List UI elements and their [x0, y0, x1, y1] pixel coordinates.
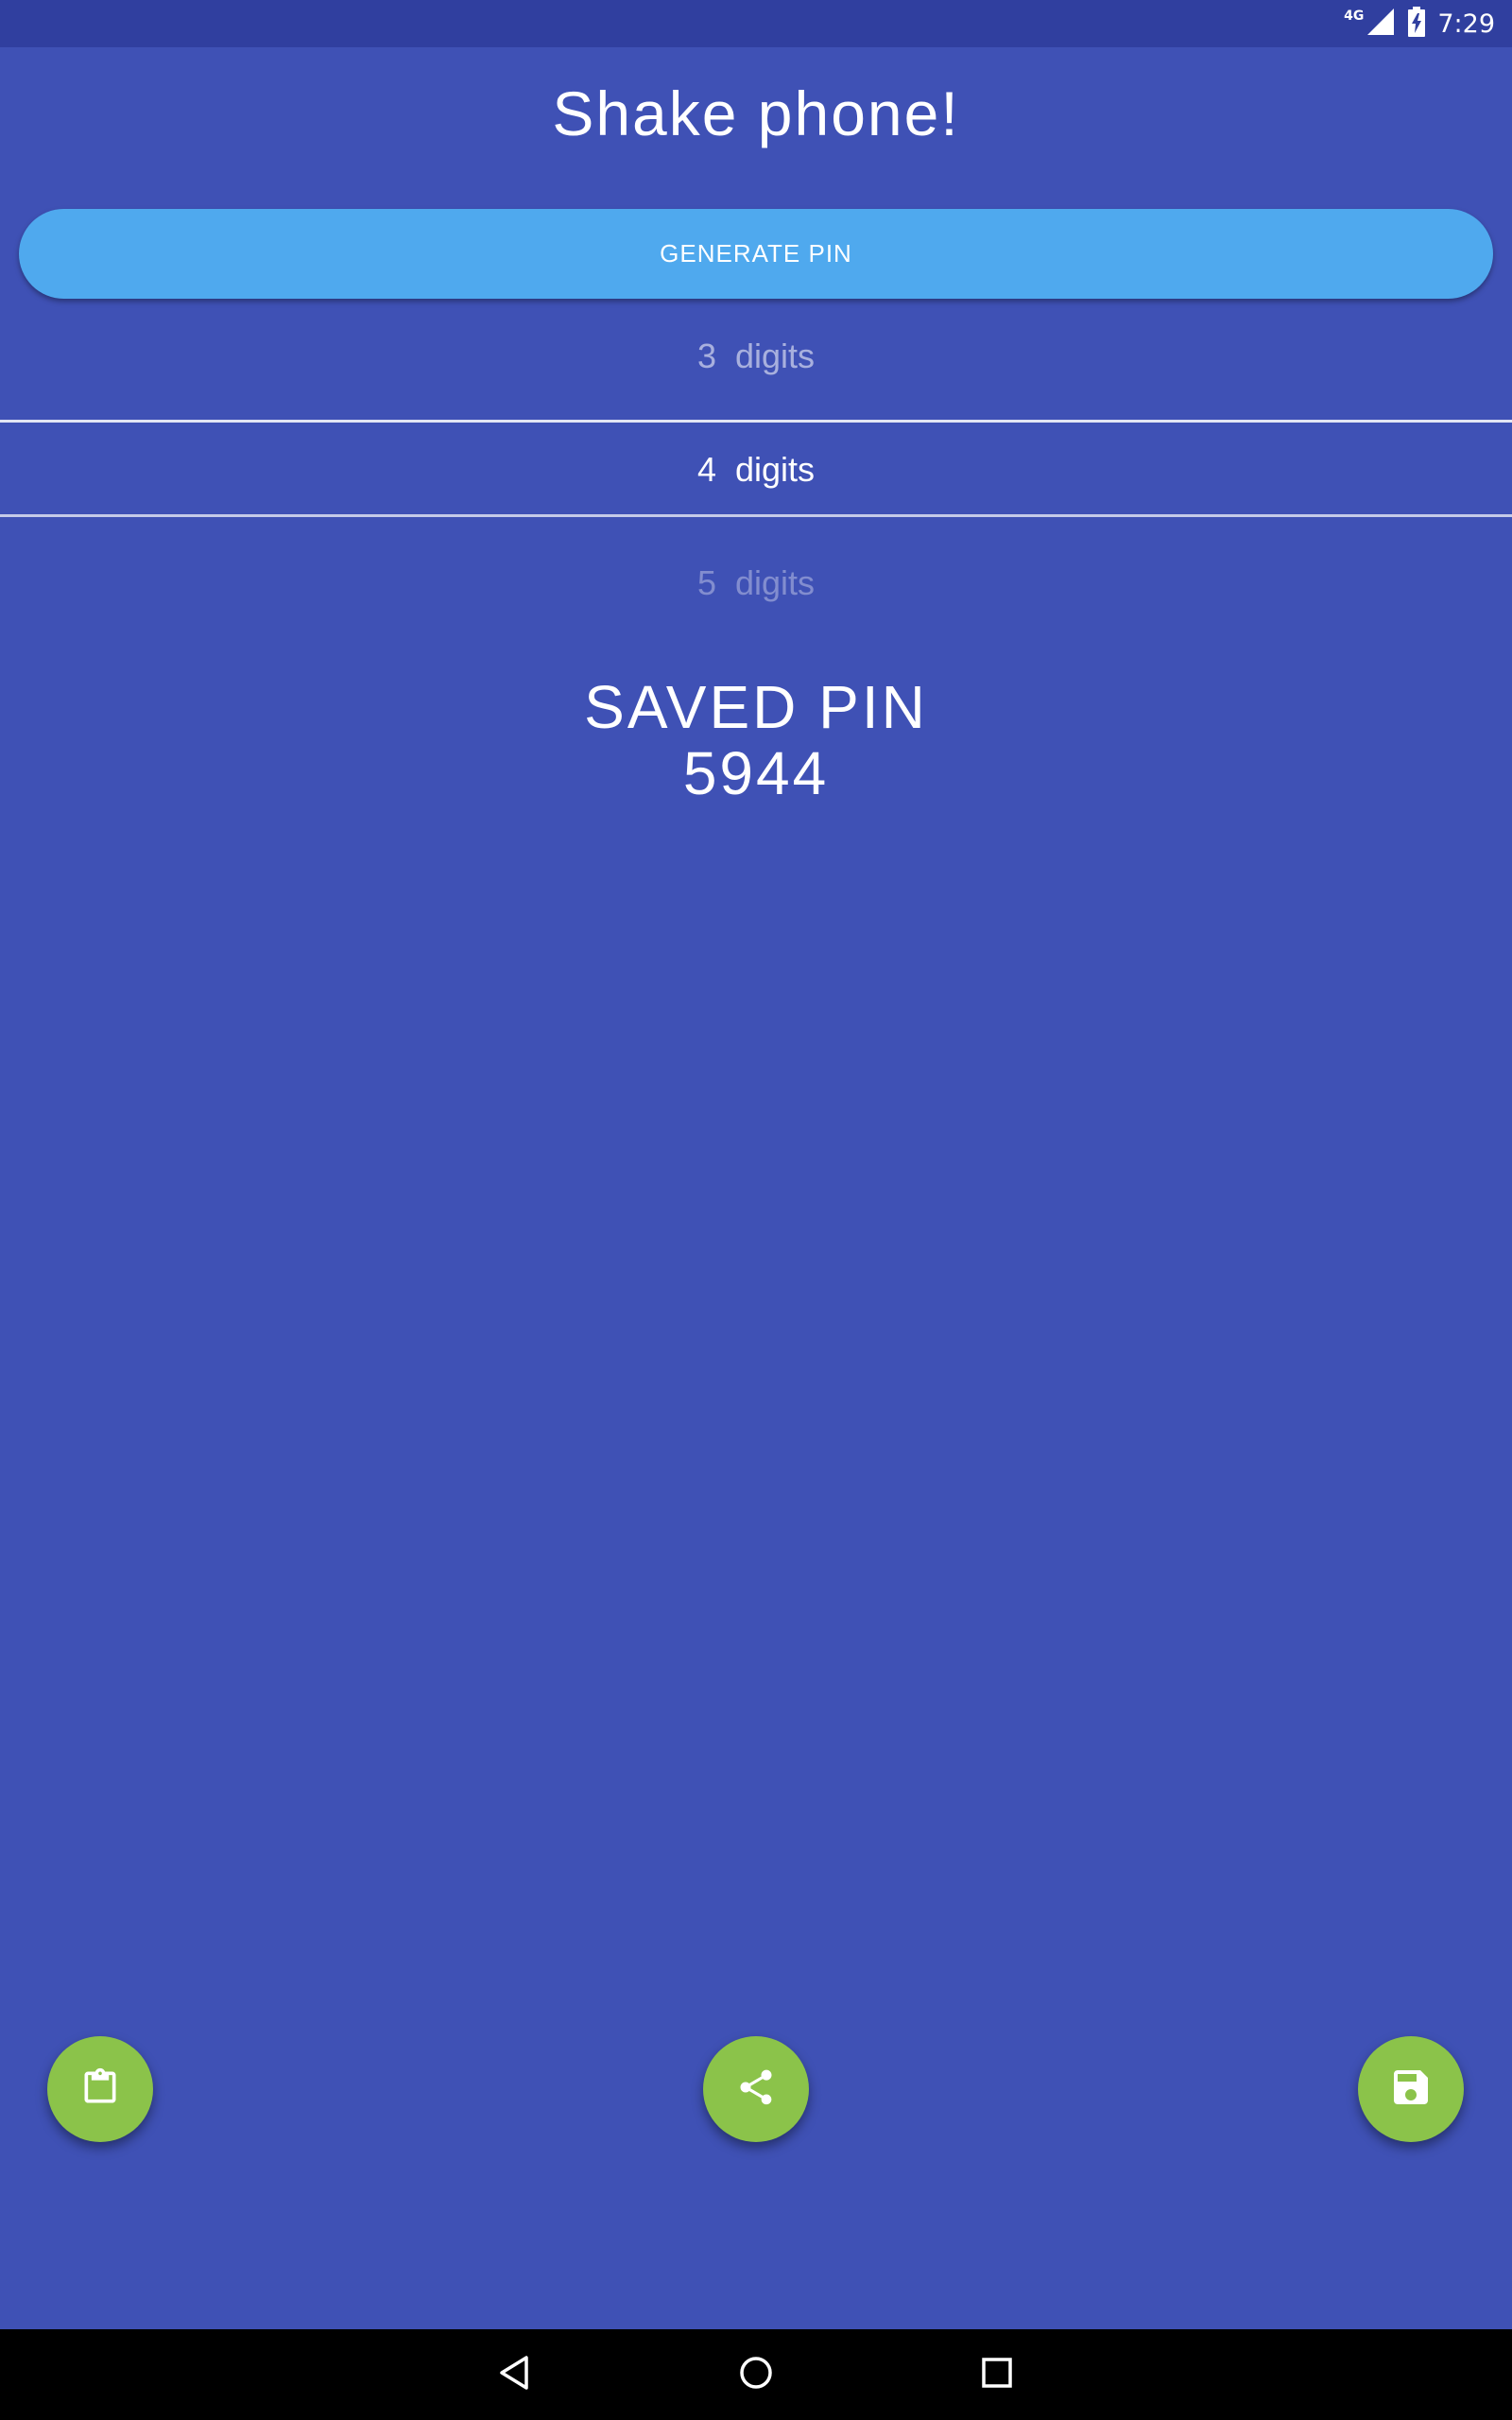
save-pin-button[interactable]	[1358, 2036, 1464, 2142]
save-icon	[1388, 2065, 1434, 2114]
status-time: 7:29	[1437, 9, 1495, 39]
share-icon	[735, 2066, 777, 2112]
network-type-label: 4G	[1344, 9, 1365, 24]
clipboard-icon	[79, 2066, 121, 2112]
battery-charging-icon	[1407, 7, 1426, 41]
status-bar: 4G 7:29	[0, 0, 1512, 47]
picker-option-prev[interactable]: 3 digits	[0, 337, 1512, 376]
status-icons: 4G 7:29	[1344, 0, 1495, 47]
back-button[interactable]	[487, 2346, 543, 2403]
back-icon	[496, 2354, 534, 2395]
picker-divider-top	[0, 420, 1512, 423]
picker-divider-bottom	[0, 514, 1512, 517]
copy-to-clipboard-button[interactable]	[47, 2036, 153, 2142]
page-title: Shake phone!	[552, 78, 960, 148]
digit-count-picker[interactable]: 3 digits 4 digits 5 digits	[0, 312, 1512, 605]
recents-icon	[978, 2354, 1016, 2395]
picker-option-selected[interactable]: 4 digits	[0, 450, 1512, 490]
recents-button[interactable]	[969, 2346, 1025, 2403]
navigation-bar	[0, 2329, 1512, 2420]
share-button[interactable]	[703, 2036, 809, 2142]
saved-pin-label: SAVED PIN	[584, 673, 928, 741]
home-icon	[737, 2354, 775, 2395]
signal-icon	[1366, 7, 1396, 41]
picker-option-next[interactable]: 5 digits	[0, 563, 1512, 603]
saved-pin-value: 5944	[682, 739, 830, 807]
generate-pin-button[interactable]: GENERATE PIN	[19, 209, 1493, 299]
home-button[interactable]	[728, 2346, 784, 2403]
